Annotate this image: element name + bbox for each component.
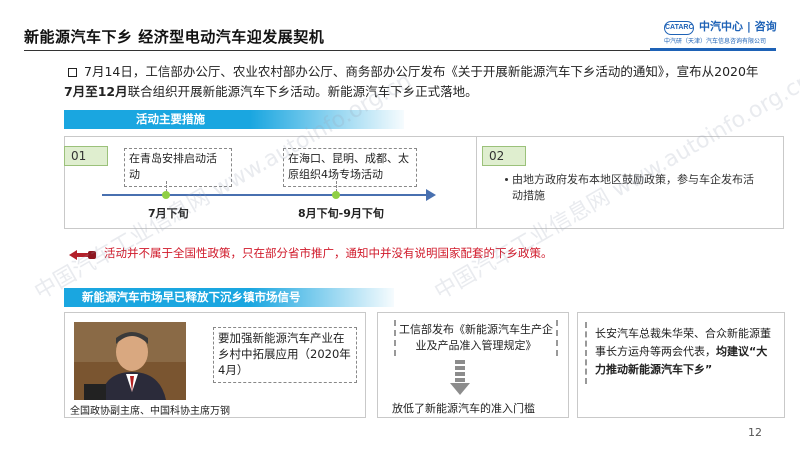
logo-name: 中汽中心 | 咨询: [699, 20, 777, 33]
speaker-quote: 要加强新能源汽车产业在乡村中拓展应用（2020年4月）: [213, 327, 357, 383]
title-divider-accent: [650, 48, 776, 51]
logo-badge-icon: CATARC: [664, 21, 694, 35]
delegate-suggestion: 长安汽车总裁朱华荣、合众新能源董事长方运舟等两会代表，均建议“大力推动新能源汽车…: [595, 325, 773, 379]
intro-text-1: 7月14日，工信部办公厅、农业农村部办公厅、商务部办公厅发布《关于开展新能源汽车…: [84, 64, 759, 79]
page-number: 12: [748, 426, 762, 439]
timeline-dot-2: [332, 191, 340, 199]
panel-number-1: 01: [64, 146, 108, 166]
pointing-hand-icon: [69, 250, 96, 260]
intro-text-bold: 7月至12月: [64, 84, 128, 99]
regulation-effect: 放低了新能源汽车的准入门槛: [392, 402, 535, 415]
down-arrow-icon: [450, 360, 470, 395]
page-title: 新能源汽车下乡 经济型电动汽车迎发展契机: [24, 28, 325, 46]
warning-text: 活动并不属于全国性政策，只在部分省市推广，通知中并没有说明国家配套的下乡政策。: [104, 246, 553, 260]
regulation-text: 工信部发布《新能源汽车生产企业及产品准入管理规定》: [394, 320, 558, 356]
intro-text-2: 联合组织开展新能源汽车下乡活动。新能源汽车下乡正式落地。: [127, 84, 478, 99]
timeline-axis: [102, 194, 428, 196]
speaker-photo: [74, 322, 186, 400]
section-ribbon-label: 活动主要措施: [136, 112, 205, 126]
logo-subtitle: 中汽研（天津）汽车信息咨询有限公司: [664, 38, 767, 45]
intro-paragraph: 7月14日，工信部办公厅、农业农村部办公厅、商务部办公厅发布《关于开展新能源汽车…: [64, 62, 764, 102]
panel-2-text: 由地方政府发布本地区鼓励政策，参与车企发布活动措施: [512, 173, 754, 202]
company-logo: CATARC 中汽中心 | 咨询 中汽研（天津）汽车信息咨询有限公司: [664, 18, 777, 45]
timeline-arrow-icon: [426, 189, 436, 201]
ribbon-fade: [250, 110, 410, 129]
dashed-separator: [585, 322, 589, 384]
timeline-note-2: 在海口、昆明、成都、太原组织4场专场活动: [283, 148, 417, 187]
timeline-label-1: 7月下旬: [148, 207, 189, 220]
ribbon-fade-2: [250, 288, 400, 307]
bullet-dot-icon: [505, 178, 508, 181]
timeline-dot-1: [162, 191, 170, 199]
panel-number-2: 02: [482, 146, 526, 166]
photo-caption: 全国政协副主席、中国科协主席万钢: [70, 406, 230, 417]
timeline-label-2: 8月下旬-9月下旬: [298, 207, 384, 220]
timeline-note-1: 在青岛安排启动活动: [124, 148, 232, 187]
